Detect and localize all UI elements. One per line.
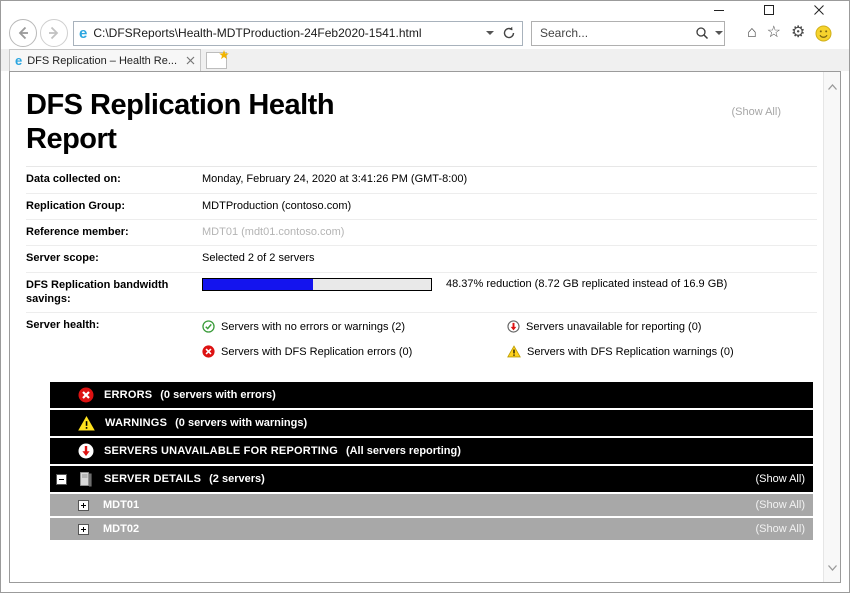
section-subtitle: (2 servers) xyxy=(209,473,265,485)
tab-close-icon[interactable] xyxy=(186,56,195,65)
address-input[interactable] xyxy=(93,26,486,40)
expand-plus-icon[interactable] xyxy=(78,500,89,511)
show-all-link[interactable]: (Show All) xyxy=(755,473,805,485)
unavailable-circle-icon xyxy=(78,443,94,459)
warning-triangle-icon xyxy=(78,416,95,431)
field-value: Monday, February 24, 2020 at 3:41:26 PM … xyxy=(202,172,467,186)
show-all-link[interactable]: (Show All) xyxy=(755,499,805,511)
bandwidth-summary: 48.37% reduction (8.72 GB replicated ins… xyxy=(446,278,727,290)
ie-tab-icon: e xyxy=(15,54,22,67)
section-subtitle: (0 servers with errors) xyxy=(160,389,276,401)
server-name: MDT02 xyxy=(103,523,139,535)
new-tab-star-icon xyxy=(219,50,229,60)
page-viewport: DFS Replication Health Report (Show All)… xyxy=(9,71,841,583)
home-icon[interactable]: ⌂ xyxy=(747,25,757,41)
field-label: DFS Replication bandwidth savings: xyxy=(26,278,202,307)
health-item-label: Servers with DFS Replication errors (0) xyxy=(221,346,412,358)
section-title: SERVER DETAILS xyxy=(104,473,201,485)
minimize-icon xyxy=(713,4,725,16)
bandwidth-progress-fill xyxy=(203,279,313,290)
server-row-mdt02[interactable]: MDT02 (Show All) xyxy=(50,518,813,540)
forward-button[interactable] xyxy=(40,19,68,47)
forward-icon xyxy=(46,25,62,41)
field-row-data-collected: Data collected on: Monday, February 24, … xyxy=(26,167,817,193)
field-value: MDTProduction (contoso.com) xyxy=(202,199,351,213)
field-row-reference-member: Reference member: MDT01 (mdt01.contoso.c… xyxy=(26,220,817,246)
search-icon[interactable] xyxy=(695,26,709,40)
unavailable-circle-icon xyxy=(507,320,520,333)
health-item-no-errors: Servers with no errors or warnings (2) xyxy=(202,320,507,333)
section-title: WARNINGS xyxy=(105,417,167,429)
show-all-link[interactable]: (Show All) xyxy=(755,523,805,535)
back-button[interactable] xyxy=(9,19,37,47)
section-warnings[interactable]: WARNINGS (0 servers with warnings) xyxy=(50,410,813,436)
server-row-mdt01[interactable]: MDT01 (Show All) xyxy=(50,494,813,516)
field-value: MDT01 (mdt01.contoso.com) xyxy=(202,225,344,239)
scroll-up-icon[interactable] xyxy=(824,78,841,95)
feedback-smiley-icon[interactable] xyxy=(815,25,832,42)
check-circle-icon xyxy=(202,320,215,333)
back-icon xyxy=(15,25,31,41)
browser-window: e ⌂ ☆ ⚙ e DFS Replication – Healt xyxy=(0,0,850,593)
warning-triangle-icon xyxy=(507,345,521,358)
tab-bar: e DFS Replication – Health Re... xyxy=(1,49,849,71)
health-item-label: Servers unavailable for reporting (0) xyxy=(526,321,701,333)
field-row-replication-group: Replication Group: MDTProduction (contos… xyxy=(26,194,817,220)
section-title: ERRORS xyxy=(104,389,152,401)
report-page: DFS Replication Health Report (Show All)… xyxy=(10,72,823,582)
close-button[interactable] xyxy=(809,3,829,17)
report-sections: ERRORS (0 servers with errors) WARNINGS … xyxy=(50,382,813,540)
search-box[interactable] xyxy=(531,21,725,46)
vertical-scrollbar[interactable] xyxy=(823,72,840,582)
collapse-minus-icon[interactable] xyxy=(56,474,67,485)
health-item-label: Servers with DFS Replication warnings (0… xyxy=(527,346,734,358)
favorites-star-icon[interactable]: ☆ xyxy=(767,25,781,41)
scroll-down-icon[interactable] xyxy=(824,559,841,576)
field-row-server-scope: Server scope: Selected 2 of 2 servers xyxy=(26,246,817,272)
tab-dfs-replication[interactable]: e DFS Replication – Health Re... xyxy=(9,49,201,71)
field-row-bandwidth-savings: DFS Replication bandwidth savings: 48.37… xyxy=(26,273,817,314)
section-title: SERVERS UNAVAILABLE FOR REPORTING xyxy=(104,445,338,457)
maximize-icon xyxy=(763,4,775,16)
report-header: DFS Replication Health Report (Show All) xyxy=(26,88,817,167)
close-icon xyxy=(813,4,825,16)
section-subtitle: (All servers reporting) xyxy=(346,445,461,457)
window-titlebar xyxy=(1,1,849,17)
field-value: Selected 2 of 2 servers xyxy=(202,251,315,265)
server-icon xyxy=(78,471,94,487)
error-circle-icon xyxy=(202,345,215,358)
section-server-details[interactable]: SERVER DETAILS (2 servers) (Show All) xyxy=(50,466,813,492)
server-name: MDT01 xyxy=(103,499,139,511)
minimize-button[interactable] xyxy=(709,3,729,17)
error-circle-icon xyxy=(78,387,94,403)
field-label: Server scope: xyxy=(26,251,202,265)
search-dropdown-icon[interactable] xyxy=(715,31,723,35)
section-subtitle: (0 servers with warnings) xyxy=(175,417,307,429)
field-label: Data collected on: xyxy=(26,172,202,186)
address-dropdown-icon[interactable] xyxy=(486,31,494,35)
field-label: Reference member: xyxy=(26,225,202,239)
new-tab-button[interactable] xyxy=(206,52,227,69)
bandwidth-progress-bar xyxy=(202,278,432,291)
expand-plus-icon[interactable] xyxy=(78,524,89,535)
page-title: DFS Replication Health Report xyxy=(26,88,426,156)
section-errors[interactable]: ERRORS (0 servers with errors) xyxy=(50,382,813,408)
health-item-errors: Servers with DFS Replication errors (0) xyxy=(202,345,507,358)
field-row-server-health: Server health: Servers with no errors or… xyxy=(26,313,817,368)
ie-page-icon: e xyxy=(79,26,87,41)
search-input[interactable] xyxy=(540,26,695,40)
show-all-link[interactable]: (Show All) xyxy=(731,106,781,118)
section-servers-unavailable[interactable]: SERVERS UNAVAILABLE FOR REPORTING (All s… xyxy=(50,438,813,464)
health-item-label: Servers with no errors or warnings (2) xyxy=(221,321,405,333)
maximize-button[interactable] xyxy=(759,3,779,17)
tab-title: DFS Replication – Health Re... xyxy=(27,55,186,67)
health-item-unavailable: Servers unavailable for reporting (0) xyxy=(507,320,734,333)
browser-toolbar: e ⌂ ☆ ⚙ xyxy=(1,17,849,49)
health-item-warnings: Servers with DFS Replication warnings (0… xyxy=(507,345,734,358)
address-bar[interactable]: e xyxy=(73,21,523,46)
refresh-icon[interactable] xyxy=(502,26,516,40)
settings-gear-icon[interactable]: ⚙ xyxy=(791,25,805,41)
field-label: Server health: xyxy=(26,318,202,332)
field-label: Replication Group: xyxy=(26,199,202,213)
